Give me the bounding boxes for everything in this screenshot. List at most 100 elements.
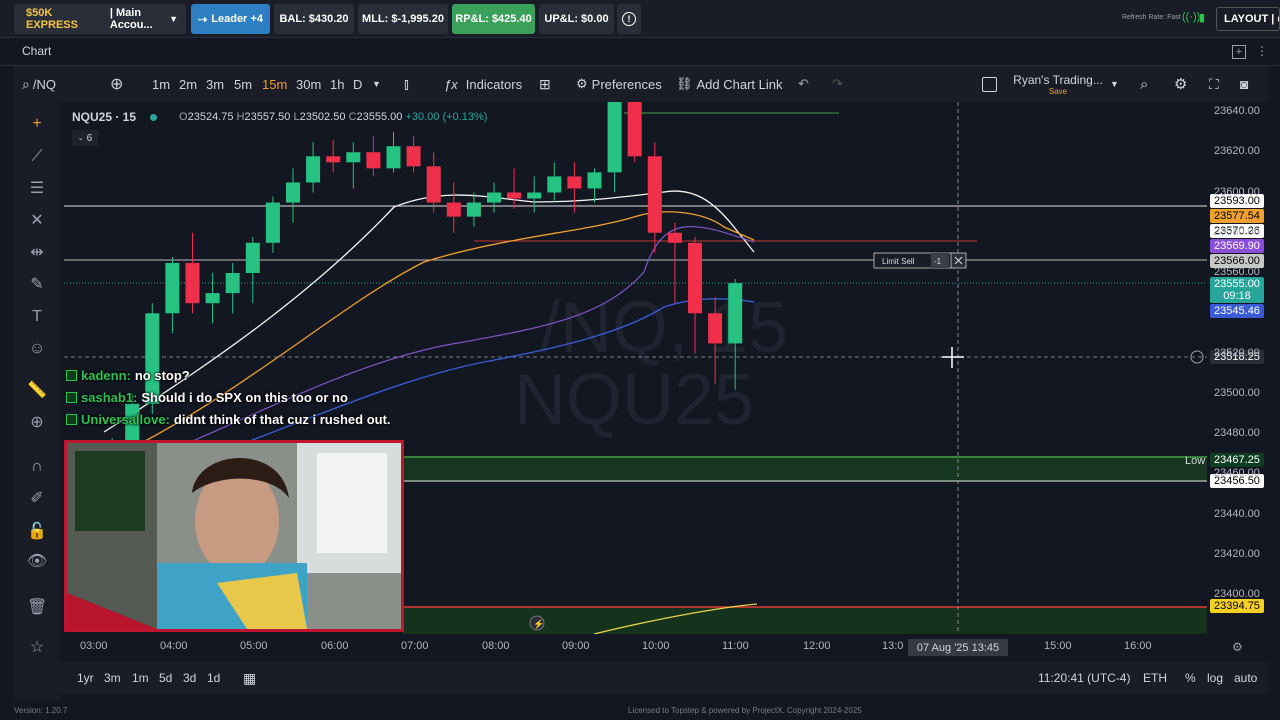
emoji-icon[interactable]: ☺ (27, 339, 47, 359)
eye-icon[interactable]: 👁 (27, 552, 47, 572)
candle-body[interactable] (708, 313, 723, 344)
percent-toggle[interactable]: % (1185, 662, 1196, 694)
session-toggle[interactable]: ETH (1143, 662, 1167, 694)
candle-body[interactable] (225, 273, 240, 294)
layout-button[interactable]: LAYOUT | de (1216, 7, 1280, 31)
candle-body[interactable] (406, 146, 421, 167)
ruler-icon[interactable]: 📏 (27, 381, 47, 401)
candle-body[interactable] (627, 102, 642, 157)
candle-body[interactable] (245, 242, 260, 273)
add-chart-link-button[interactable]: ⛓ Add Chart Link (676, 66, 783, 102)
pattern-icon[interactable]: ✕ (27, 211, 47, 231)
legend-collapse[interactable]: ⌄ 6 (72, 130, 98, 146)
candle-type-icon[interactable]: ⫾ (404, 66, 409, 102)
tf-d[interactable]: D (353, 66, 362, 102)
camera-icon[interactable]: ◙ (1240, 66, 1248, 102)
badge-icon (66, 370, 77, 381)
candle-body[interactable] (185, 262, 200, 304)
account-type: $50K EXPRESS (26, 7, 78, 31)
range-1d[interactable]: 1d (207, 662, 220, 694)
candle-body[interactable] (607, 102, 622, 173)
text-icon[interactable]: T (27, 307, 47, 327)
add-panel-icon[interactable]: + (1232, 45, 1246, 59)
tf-15m[interactable]: 15m (262, 66, 287, 102)
preferences-button[interactable]: ⚙ Preferences (576, 66, 662, 102)
symbol-search[interactable]: ⌕ /NQ (22, 66, 56, 102)
zoom-in-icon[interactable]: ⊕ (27, 413, 47, 433)
axis-settings-icon[interactable]: ⚙ (1232, 640, 1243, 654)
star-icon[interactable]: ☆ (27, 638, 47, 658)
trendline-icon[interactable]: ⟋ (27, 147, 47, 167)
add-symbol-icon[interactable]: ⊕ (110, 66, 123, 102)
signal-bars-icon: ▮ (1199, 12, 1206, 24)
candle-body[interactable] (667, 232, 682, 243)
candle-body[interactable] (165, 262, 180, 314)
tf-1m[interactable]: 1m (152, 66, 170, 102)
account-selector[interactable]: $50K EXPRESS | Main Accou... ▼ (14, 4, 186, 34)
layout-checkbox[interactable] (982, 66, 997, 102)
trash-icon[interactable]: 🗑 (27, 598, 47, 618)
chevron-down-icon[interactable]: ▼ (1110, 66, 1119, 102)
crosshair-icon[interactable]: + (27, 114, 47, 134)
calendar-icon[interactable]: ▦ (243, 662, 256, 694)
candle-body[interactable] (487, 192, 501, 203)
horizontal-lines-icon[interactable]: ☰ (27, 179, 47, 199)
range-1m[interactable]: 1m (132, 662, 149, 694)
range-5d[interactable]: 5d (159, 662, 172, 694)
range-3d[interactable]: 3d (183, 662, 196, 694)
indicators-button[interactable]: ƒx Indicators (444, 66, 522, 102)
fib-icon[interactable]: ⇹ (27, 243, 47, 263)
range-1yr[interactable]: 1yr (77, 662, 94, 694)
zoom-icon[interactable]: ⌕ (1140, 66, 1148, 102)
tf-5m[interactable]: 5m (234, 66, 252, 102)
status-dot (150, 113, 158, 121)
candle-body[interactable] (346, 152, 361, 163)
price-tag: 23394.75 (1210, 599, 1264, 613)
candle-body[interactable] (527, 192, 542, 199)
auto-toggle[interactable]: auto (1234, 662, 1257, 694)
fullscreen-icon[interactable]: ⛶ (1209, 66, 1219, 102)
brush-icon[interactable]: ✎ (27, 275, 47, 295)
tf-3m[interactable]: 3m (206, 66, 224, 102)
candle-body[interactable] (587, 172, 602, 189)
candle-body[interactable] (426, 166, 441, 203)
time-tick: 12:00 (803, 640, 831, 652)
pencil-lock-icon[interactable]: ✐ (27, 489, 47, 509)
more-icon[interactable]: ⋮ (1256, 44, 1268, 58)
candle-body[interactable] (688, 242, 702, 314)
candle-body[interactable] (507, 192, 522, 199)
lock-icon[interactable]: 🔓 (27, 522, 47, 542)
candle-body[interactable] (306, 156, 321, 183)
tf-1h[interactable]: 1h (330, 66, 344, 102)
candle-body[interactable] (446, 202, 461, 217)
candle-body[interactable] (466, 202, 481, 217)
limit-sell-order[interactable]: Limit Sell -1 (873, 252, 967, 269)
range-3m[interactable]: 3m (104, 662, 121, 694)
leader-button[interactable]: ⇢ Leader +4 (191, 4, 270, 34)
candle-body[interactable] (265, 202, 280, 243)
undo-icon[interactable]: ↶ (798, 66, 809, 102)
candle-body[interactable] (728, 283, 743, 344)
candle-body[interactable] (567, 176, 582, 189)
tf-30m[interactable]: 30m (296, 66, 321, 102)
tf-2m[interactable]: 2m (179, 66, 197, 102)
candle-body[interactable] (326, 156, 341, 163)
candle-body[interactable] (547, 176, 562, 193)
candle-body[interactable] (386, 146, 401, 169)
candle-body[interactable] (205, 293, 220, 304)
layout-select[interactable]: Ryan's Trading... Save (1012, 66, 1104, 102)
time-tick: 03:00 (80, 640, 108, 652)
settings-icon[interactable]: ⚙ (1174, 66, 1187, 102)
redo-icon[interactable]: ↷ (832, 66, 843, 102)
info-icon[interactable]: ! (617, 4, 641, 34)
upl-badge: UP&L: $0.00 (539, 4, 614, 34)
magnet-icon[interactable]: ∩ (27, 457, 47, 477)
chat-user: Universallove: (81, 412, 170, 427)
candle-body[interactable] (366, 152, 381, 169)
chart-tab[interactable]: Chart (22, 44, 51, 58)
chevron-down-icon[interactable]: ▼ (372, 66, 381, 102)
templates-icon[interactable]: ⊞ (539, 66, 551, 102)
candle-body[interactable] (647, 156, 662, 233)
log-toggle[interactable]: log (1207, 662, 1223, 694)
candle-body[interactable] (286, 182, 300, 203)
